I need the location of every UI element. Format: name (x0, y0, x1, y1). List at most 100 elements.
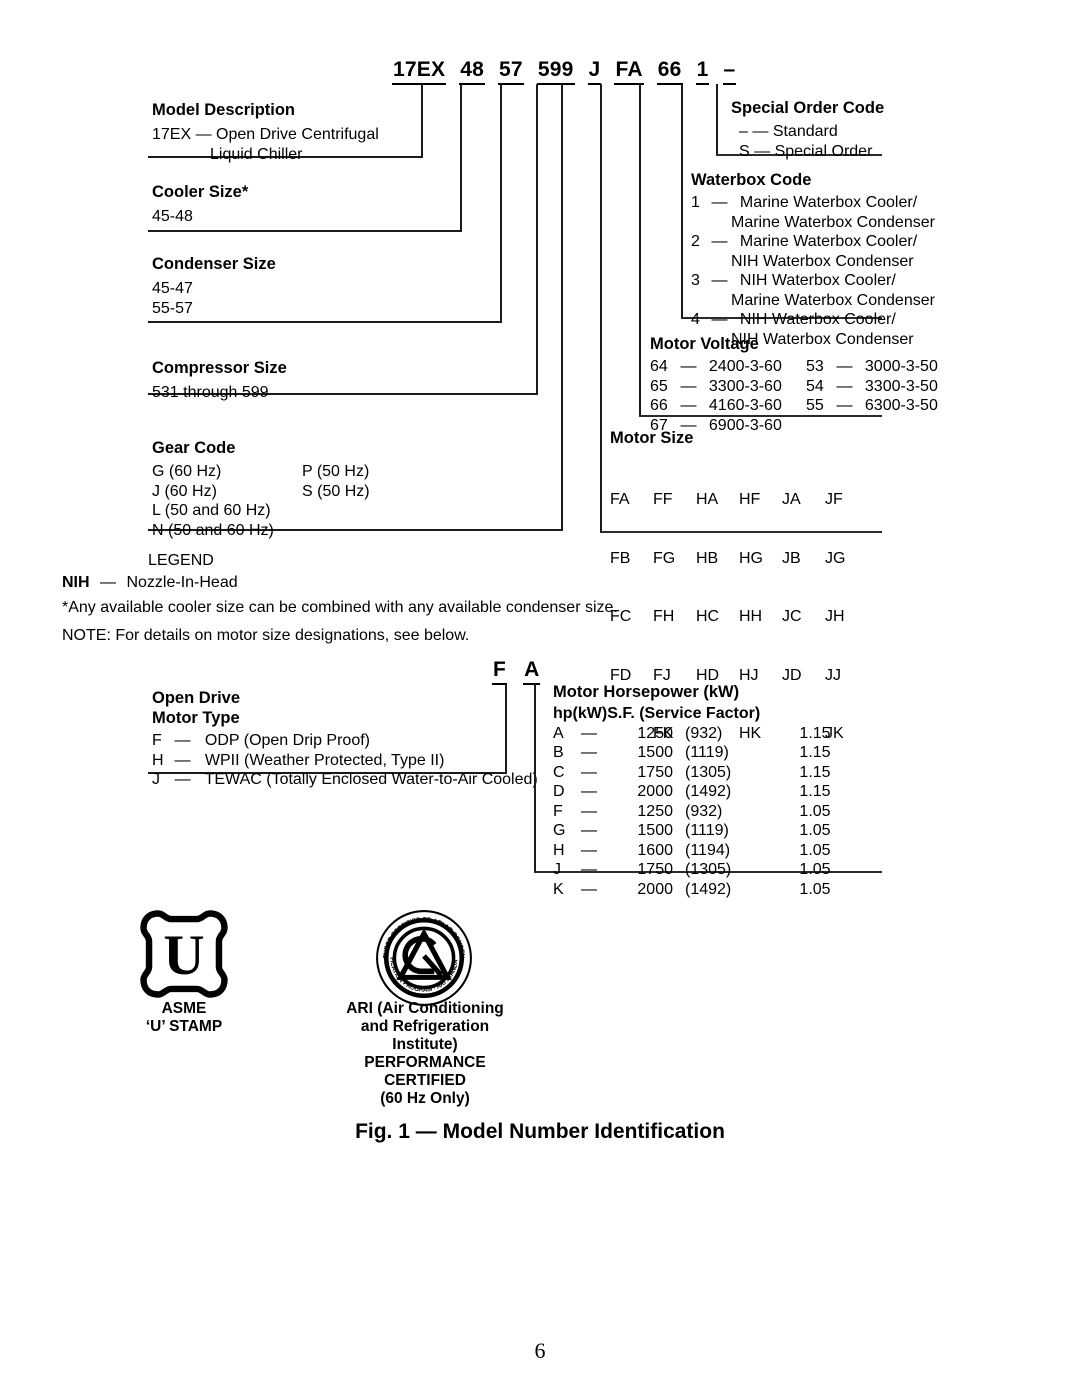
item-dash: — (680, 377, 697, 395)
row-code: A (553, 724, 564, 742)
row-hp: 1750 (637, 861, 673, 878)
motor-size-cell: HB (696, 549, 719, 567)
item-value: 2400-3-60 (708, 358, 782, 375)
block-line: 17EX — Open Drive Centrifugal (152, 126, 379, 143)
item-dash: — (174, 771, 191, 788)
leader-line-cooler-size (460, 84, 462, 232)
legend-abbr-definition: Nozzle-In-Head (126, 574, 238, 591)
row-kw: (1194) (685, 841, 731, 859)
legend-title: LEGEND (148, 552, 214, 569)
horsepower-row: C — 1750 (1305) 1.15 (553, 763, 875, 783)
item-dash: — (836, 377, 853, 395)
item-value: 3300-3-60 (708, 377, 782, 395)
horsepower-row: A — 1250 (932) 1.15 (553, 724, 875, 744)
item-text: Marine Waterbox Cooler/ (739, 233, 918, 250)
model-segment-1: 48 (459, 58, 485, 85)
block-condenser-size: Condenser Size 45-47 55-57 (152, 254, 276, 318)
gear-code-column-a: G (60 Hz) J (60 Hz) L (50 and 60 Hz) N (… (152, 462, 302, 540)
ari-label-line5: CERTIFIED (384, 1072, 466, 1089)
row-service-factor: 1.15 (799, 783, 831, 800)
motor-voltage-item: 54 — 3300-3-50 (806, 377, 956, 397)
item-text: Marine Waterbox Condenser (731, 291, 935, 309)
item-code: 66 (650, 397, 668, 414)
row-dash: — (581, 822, 597, 839)
motor-size-cell: HG (739, 549, 763, 567)
motor-size-cell: JA (782, 491, 801, 508)
model-segment-7: 1 (695, 58, 710, 85)
horsepower-row: B — 1500 (1119) 1.15 (553, 743, 875, 763)
ari-certification-logo: MANUFACTURER CERTIFIED TO ARI AC CONDENS… (370, 902, 475, 1014)
row-service-factor: 1.15 (799, 763, 831, 781)
item-code: 2 (691, 233, 700, 250)
row-hp: 1500 (637, 744, 673, 761)
row-dash: — (581, 861, 597, 878)
row-kw: (932) (685, 724, 723, 742)
row-kw: (1492) (685, 783, 732, 800)
block-edge-motor-voltage (639, 336, 641, 416)
asme-logo-label: ASME ‘U’ STAMP (104, 1000, 264, 1036)
gear-code-item: N (50 and 60 Hz) (152, 521, 274, 539)
open-drive-item: J — TEWAC (Totally Enclosed Water-to-Air… (152, 770, 538, 790)
item-text: Special Order (774, 142, 873, 160)
special-order-item: S — Special Order (731, 142, 884, 162)
motor-size-cell: FB (610, 549, 631, 567)
block-gear-code: Gear Code G (60 Hz) J (60 Hz) L (50 and … (152, 438, 452, 540)
motor-size-cell: FF (653, 491, 673, 508)
row-dash: — (581, 763, 597, 781)
row-hp: 1250 (637, 724, 673, 742)
row-code: D (553, 783, 565, 800)
leader-elbow-cooler-size (148, 230, 462, 232)
gear-code-column-b: P (50 Hz) S (50 Hz) (302, 462, 452, 540)
horsepower-row: K — 2000 (1492) 1.05 (553, 880, 875, 900)
model-segment-3: 599 (536, 58, 575, 85)
item-text: Marine Waterbox Condenser (731, 213, 935, 231)
item-code: 65 (650, 377, 668, 395)
item-dash: — (680, 397, 697, 414)
block-title: Condenser Size (152, 255, 276, 273)
note-motor-size: NOTE: For details on motor size designat… (62, 627, 470, 644)
waterbox-item-cont: NIH Waterbox Condenser (691, 252, 935, 272)
item-dash: — (836, 397, 853, 414)
figure-caption: Fig. 1 — Model Number Identification (355, 1120, 725, 1143)
horsepower-row: G — 1500 (1119) 1.05 (553, 821, 875, 841)
leader-line-condenser-size (500, 84, 502, 323)
row-code: H (553, 841, 565, 859)
block-line: 531 through 599 (152, 384, 269, 401)
ari-label-line2: and Refrigeration (360, 1018, 490, 1035)
item-dash: — (836, 358, 853, 375)
row-code: G (553, 822, 566, 839)
gear-code-item: P (50 Hz) (302, 463, 370, 480)
row-code: B (553, 744, 564, 761)
row-hp: 2000 (637, 880, 673, 898)
block-title: Model Description (152, 101, 296, 119)
item-code: 64 (650, 358, 668, 375)
block-cooler-size: Cooler Size* 45-48 (152, 182, 248, 227)
block-line: Liquid Chiller (210, 145, 303, 163)
item-dash: — (680, 358, 697, 375)
motor-size-cell: JH (825, 608, 845, 625)
item-code: F (152, 732, 162, 749)
item-code: 3 (691, 272, 700, 289)
row-kw: (1119) (685, 822, 729, 839)
row-code: C (553, 763, 565, 781)
item-dash: — (711, 194, 728, 211)
item-dash: — (711, 311, 728, 328)
row-dash: — (581, 880, 597, 898)
item-code: 4 (691, 311, 700, 328)
lower-model-segments: F A (492, 658, 541, 685)
row-kw: (1119) (685, 744, 729, 761)
block-title: Gear Code (152, 439, 236, 457)
model-segment-2: 57 (498, 58, 524, 85)
asme-u-stamp-icon: U (140, 910, 228, 998)
motor-size-cell: HA (696, 491, 719, 508)
leader-line-compressor-size (536, 84, 538, 395)
row-service-factor: 1.05 (799, 802, 831, 820)
row-service-factor: 1.05 (799, 822, 831, 839)
motor-voltage-item: 65 — 3300-3-60 (650, 377, 800, 397)
item-text: NIH Waterbox Cooler/ (739, 272, 896, 289)
motor-voltage-item: 64 — 2400-3-60 (650, 357, 800, 377)
item-code: 55 (806, 397, 824, 414)
block-edge-motor-size (600, 430, 602, 532)
lower-model-segment-1: A (523, 658, 541, 685)
motor-voltage-item: 55 — 6300-3-50 (806, 396, 956, 416)
